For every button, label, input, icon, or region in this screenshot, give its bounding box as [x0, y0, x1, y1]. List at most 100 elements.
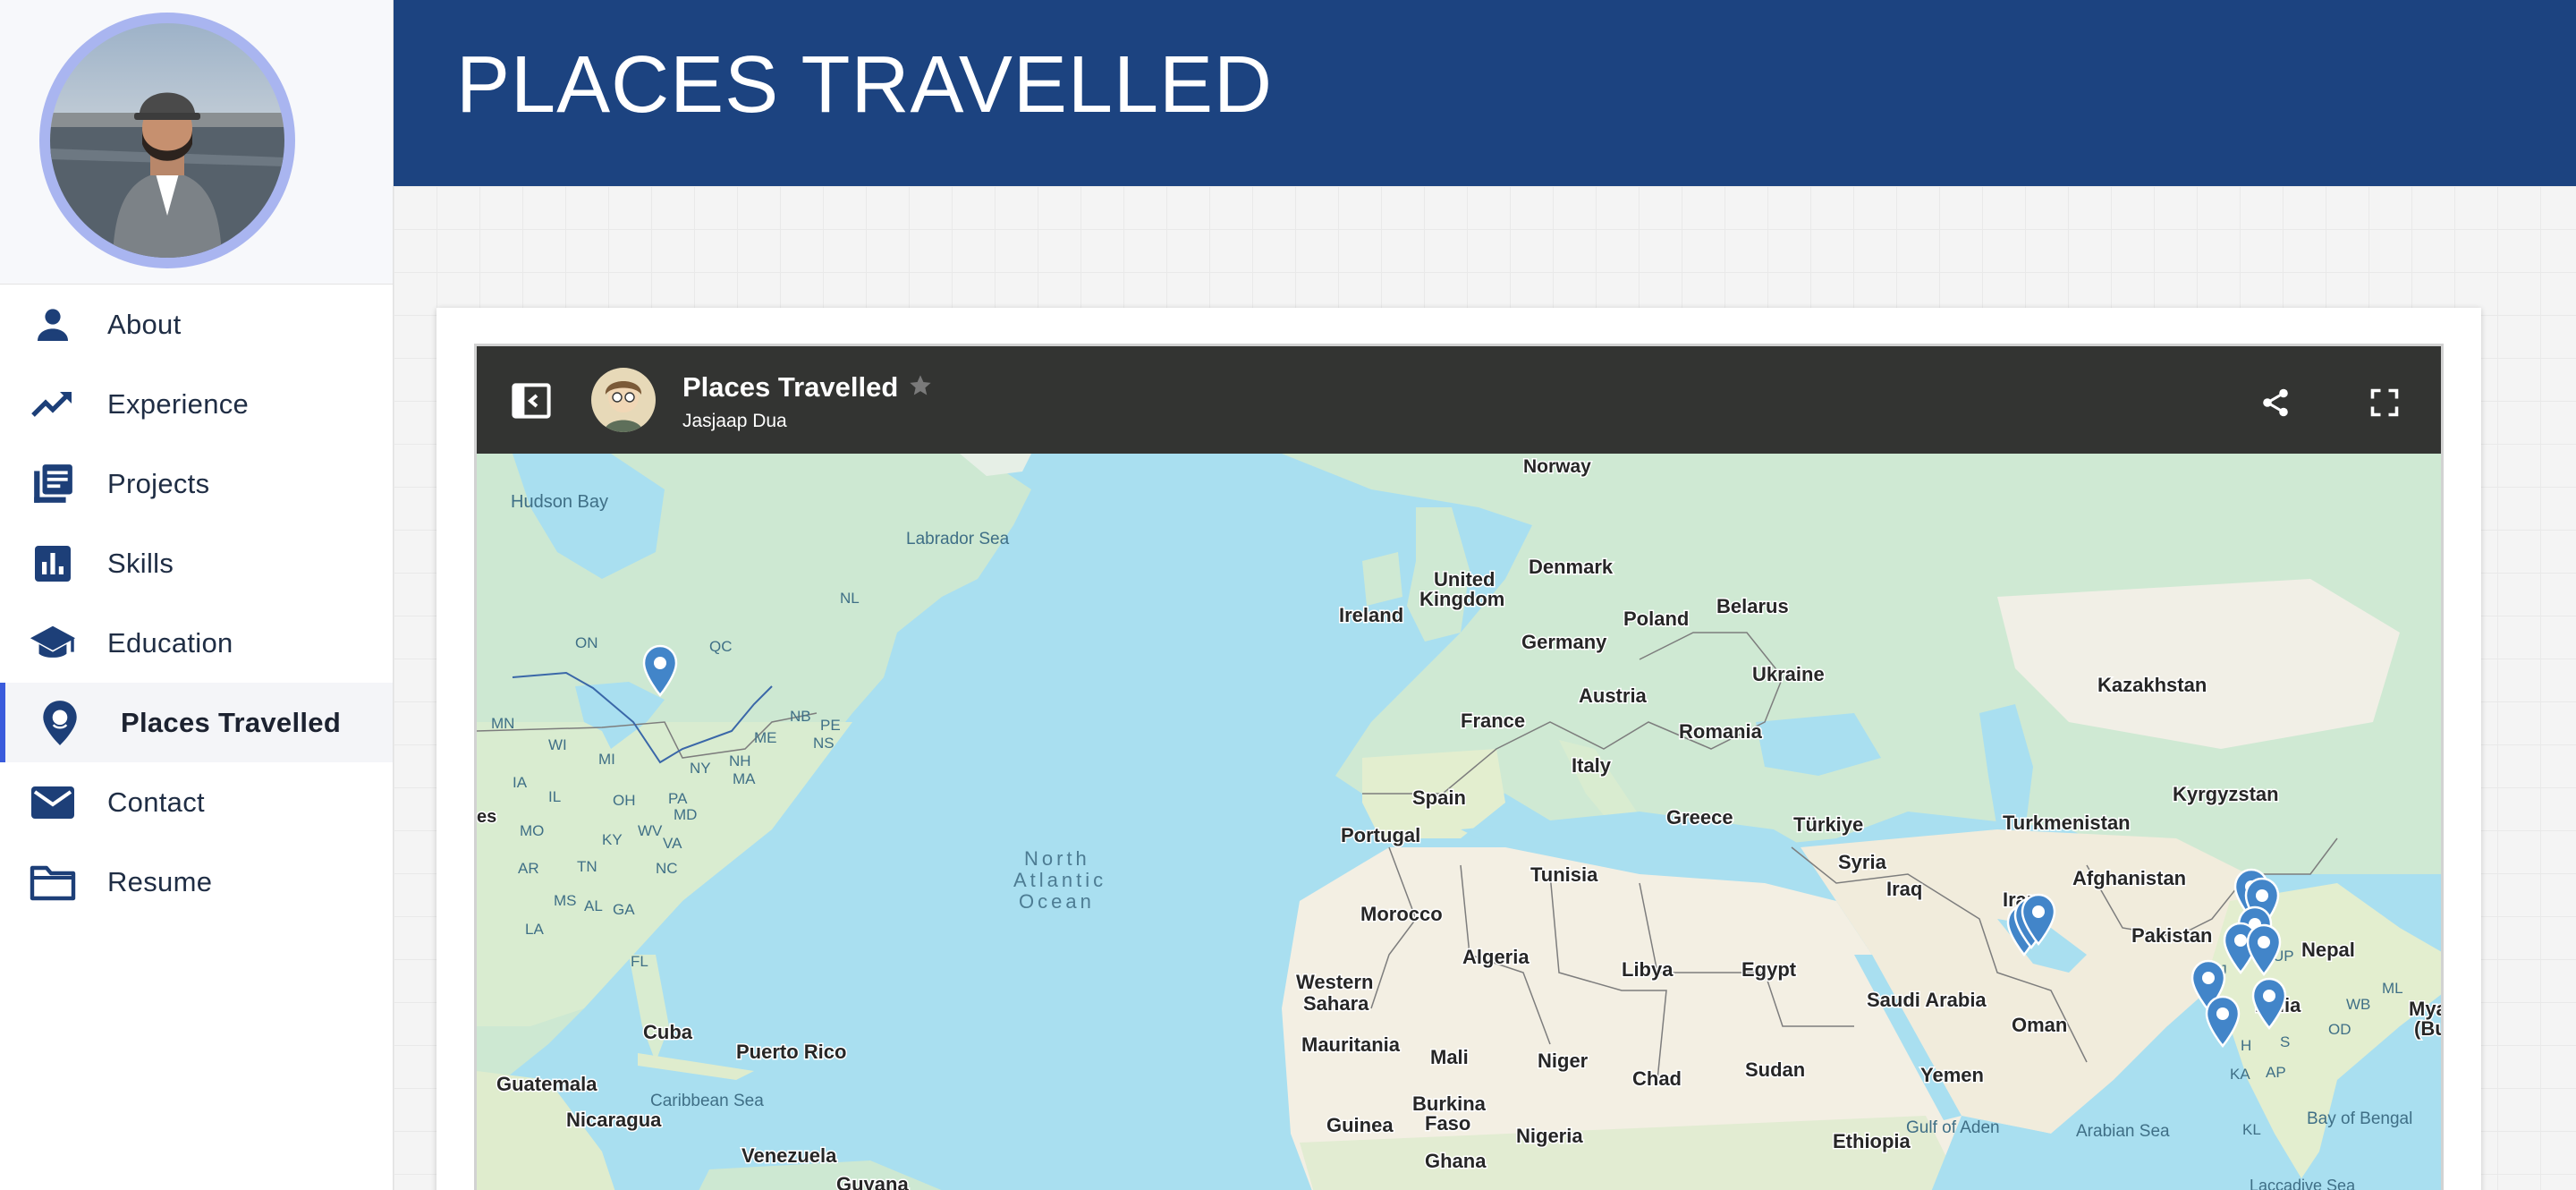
school-icon — [29, 619, 77, 667]
map-label-cuba: Cuba — [643, 1021, 693, 1043]
map-label-turkmenistan: Turkmenistan — [2003, 812, 2131, 834]
map-label-guatemala: Guatemala — [496, 1073, 597, 1095]
sidebar-item-education[interactable]: Education — [0, 603, 393, 683]
map-label-wv: WV — [638, 822, 663, 839]
sidebar-item-experience[interactable]: Experience — [0, 364, 393, 444]
map-label-tunisia: Tunisia — [1530, 863, 1598, 886]
map-pin-icon — [36, 699, 84, 747]
sidebar-item-contact[interactable]: Contact — [0, 762, 393, 842]
map-owner-name: Jasjaap Dua — [682, 411, 787, 431]
sidebar-item-label: Projects — [107, 467, 210, 499]
map-label-guinea: Guinea — [1326, 1114, 1394, 1136]
map-label-wi: WI — [548, 736, 567, 753]
map-label-md: MD — [674, 806, 697, 823]
map-label-spain: Spain — [1412, 786, 1466, 809]
page-header: PLACES TRAVELLED — [394, 0, 2576, 186]
sidebar-item-projects[interactable]: Projects — [0, 444, 393, 523]
map-label-syria: Syria — [1838, 851, 1887, 873]
map-label-h: H — [2241, 1037, 2251, 1054]
map-label-guyana: Guyana — [836, 1173, 909, 1190]
sidebar-item-label: Contact — [107, 786, 205, 818]
map-label-puerto-rico: Puerto Rico — [736, 1041, 846, 1063]
sidebar: About Experience Projects Skills Educati… — [0, 0, 394, 1190]
map-label-gulf-of-aden: Gulf of Aden — [1906, 1118, 2000, 1137]
map-label-oh: OH — [613, 792, 636, 809]
sidebar-item-places-travelled[interactable]: Places Travelled — [0, 683, 393, 762]
map-label-nb: NB — [790, 708, 811, 725]
sidebar-item-label: Resume — [107, 865, 213, 897]
fullscreen-button[interactable] — [2364, 382, 2405, 423]
map-label-poland: Poland — [1623, 608, 1689, 630]
embedded-map[interactable]: Places Travelled Jasjaap Dua Hudson Bay … — [474, 344, 2444, 1190]
map-label-nigeria: Nigeria — [1516, 1125, 1583, 1147]
map-label-ml: ML — [2382, 980, 2403, 997]
map-label-belarus: Belarus — [1716, 595, 1789, 617]
profile-area — [0, 0, 393, 285]
map-label-iraq: Iraq — [1886, 878, 1922, 900]
map-label-pe: PE — [820, 717, 841, 734]
sidebar-item-skills[interactable]: Skills — [0, 523, 393, 603]
map-label-oman: Oman — [2012, 1014, 2067, 1036]
map-label-austria: Austria — [1579, 684, 1648, 707]
share-button[interactable] — [2255, 382, 2296, 423]
map-label-ny: NY — [690, 760, 711, 777]
map-label-libya: Libya — [1622, 958, 1674, 981]
map-label-kazakhstan: Kazakhstan — [2097, 674, 2207, 696]
map-label-kingdom: Kingdom — [1419, 588, 1504, 610]
map-label-norway: Norway — [1523, 456, 1591, 477]
map-label-ky: KY — [602, 831, 623, 848]
map-label-hudson-bay: Hudson Bay — [511, 492, 608, 512]
map-label-al: AL — [584, 897, 603, 914]
map-label-afghanistan: Afghanistan — [2072, 867, 2186, 889]
map-label-nc: NC — [656, 860, 678, 877]
trending-up-icon — [29, 380, 77, 429]
map-label-kyrgyzstan: Kyrgyzstan — [2173, 783, 2279, 805]
bar-chart-icon — [29, 540, 77, 588]
map-label-ma: MA — [733, 770, 756, 787]
map-label-ms: MS — [554, 892, 577, 909]
map-label-italy: Italy — [1572, 754, 1612, 777]
map-card: Places Travelled Jasjaap Dua Hudson Bay … — [436, 308, 2481, 1190]
map-label-denmark: Denmark — [1529, 556, 1614, 578]
map-label-on: ON — [575, 634, 598, 651]
map-label-greece: Greece — [1666, 806, 1733, 829]
map-label-od: OD — [2328, 1021, 2351, 1038]
map-label-ethiopia: Ethiopia — [1833, 1130, 1911, 1152]
star-icon[interactable] — [908, 373, 933, 403]
sidebar-item-resume[interactable]: Resume — [0, 842, 393, 922]
map-label-arabian-sea: Arabian Sea — [2076, 1122, 2170, 1141]
map-label-la: LA — [525, 921, 544, 938]
share-icon — [2263, 388, 2288, 417]
profile-photo — [50, 23, 284, 258]
sidebar-item-about[interactable]: About — [0, 285, 393, 364]
map-canvas[interactable]: Hudson Bay Labrador Sea NL ON QC MN WI MI ME NB PE… — [477, 454, 2441, 1190]
map-label-wb: WB — [2346, 996, 2370, 1013]
map-label-pakistan: Pakistan — [2131, 924, 2213, 947]
map-label-morocco: Morocco — [1360, 903, 1443, 925]
map-label-algeria: Algeria — [1462, 946, 1530, 968]
map-label-nl: NL — [840, 590, 860, 607]
land-ireland — [1362, 552, 1402, 606]
fullscreen-icon — [2370, 388, 2399, 417]
profile-avatar — [39, 13, 295, 268]
map-label-sudan: Sudan — [1745, 1058, 1805, 1081]
map-label-ns: NS — [813, 735, 835, 752]
map-label-north-atlantic2: Atlantic — [1013, 869, 1106, 891]
sidebar-item-label: Education — [107, 626, 233, 659]
map-label-me: ME — [754, 729, 777, 746]
map-label-mali: Mali — [1430, 1046, 1469, 1068]
map-label-germany: Germany — [1521, 631, 1607, 653]
map-label-ghana: Ghana — [1425, 1150, 1487, 1172]
map-label-mauritania: Mauritania — [1301, 1033, 1401, 1056]
map-label-saudi-arabia: Saudi Arabia — [1867, 989, 1987, 1011]
map-label-turkiye: Türkiye — [1793, 813, 1863, 836]
map-label-nepal: Nepal — [2301, 939, 2355, 961]
sidebar-item-label: About — [107, 308, 182, 340]
person-icon — [29, 301, 77, 349]
sidebar-item-label: Experience — [107, 387, 250, 420]
map-label-ga: GA — [613, 901, 635, 918]
side-panel-toggle-button[interactable] — [511, 380, 552, 421]
map-label-va: VA — [663, 835, 682, 852]
map-label-sahara: Sahara — [1303, 992, 1369, 1015]
map-label-kl: KL — [2242, 1121, 2261, 1138]
